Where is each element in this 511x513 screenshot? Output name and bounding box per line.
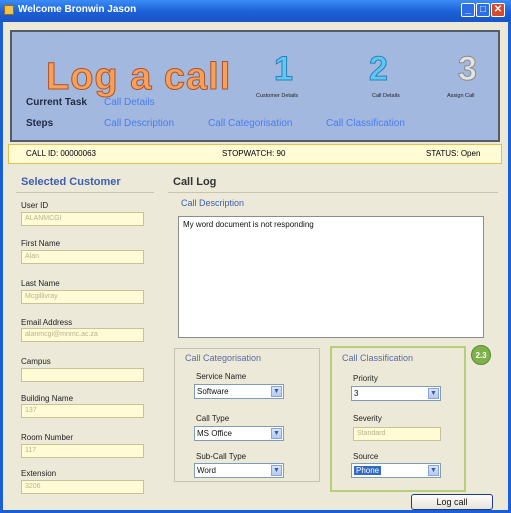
- customer-divider: [16, 192, 154, 193]
- chevron-down-icon[interactable]: ▼: [271, 428, 282, 439]
- call-type-value: MS Office: [197, 429, 232, 438]
- severity-field: Standard: [353, 427, 441, 441]
- chevron-down-icon[interactable]: ▼: [271, 386, 282, 397]
- sub-call-type-select[interactable]: Word ▼: [194, 463, 284, 478]
- title-bar: Welcome Bronwin Jason _ □ ✕: [0, 0, 511, 22]
- call-log-divider: [168, 192, 498, 193]
- priority-value: 3: [354, 389, 359, 398]
- step-1-label: Customer Details: [256, 93, 299, 99]
- stopwatch: STOPWATCH: 90: [222, 149, 286, 158]
- extension-field: 3206: [21, 480, 144, 494]
- extension-label: Extension: [21, 469, 57, 478]
- step-3-number: 3: [458, 50, 478, 89]
- window-title: Welcome Bronwin Jason: [18, 4, 137, 15]
- email-label: Email Address: [21, 318, 73, 327]
- room-number-field: 117: [21, 444, 144, 458]
- call-log-title: Call Log: [173, 176, 217, 188]
- step-link-call-categorisation[interactable]: Call Categorisation: [208, 118, 293, 129]
- step-3-label: Assign Call: [447, 93, 475, 99]
- priority-select[interactable]: 3 ▼: [351, 386, 441, 401]
- close-button[interactable]: ✕: [491, 3, 505, 17]
- step-1-number: 1: [274, 50, 294, 89]
- step-2-label: Call Details: [372, 93, 400, 99]
- app-icon: [4, 5, 14, 15]
- campus-label: Campus: [21, 357, 51, 366]
- building-name-field: 137: [21, 404, 144, 418]
- steps-label: Steps: [26, 118, 54, 129]
- call-status: STATUS: Open: [426, 149, 481, 158]
- first-name-field: Alan: [21, 250, 144, 264]
- email-field: alanmcgi@mnmc.ac.za: [21, 328, 144, 342]
- service-name-select[interactable]: Software ▼: [194, 384, 284, 399]
- source-select[interactable]: Phone ▼: [351, 463, 441, 478]
- user-id-label: User ID: [21, 201, 49, 210]
- last-name-field: Mcgillivray: [21, 290, 144, 304]
- room-number-label: Room Number: [21, 433, 74, 442]
- call-description-textarea[interactable]: My word document is not responding: [178, 216, 484, 338]
- source-label: Source: [353, 452, 379, 461]
- step-link-call-description[interactable]: Call Description: [104, 118, 174, 129]
- campus-field: [21, 368, 144, 382]
- page-title: Log a call: [45, 56, 232, 99]
- selected-customer-title: Selected Customer: [21, 176, 121, 188]
- source-value: Phone: [354, 466, 382, 475]
- step-link-call-classification[interactable]: Call Classification: [326, 118, 405, 129]
- severity-label: Severity: [353, 414, 382, 423]
- current-task-label: Current Task: [26, 97, 87, 108]
- call-categorisation-title: Call Categorisation: [183, 353, 264, 363]
- call-type-label: Call Type: [196, 414, 230, 423]
- step-badge: 2.3: [471, 345, 491, 365]
- user-id-field: ALANMCGI: [21, 212, 144, 226]
- current-task-value: Call Details: [104, 97, 155, 108]
- call-type-select[interactable]: MS Office ▼: [194, 426, 284, 441]
- frame-edge-left: [0, 22, 3, 513]
- priority-label: Priority: [353, 374, 378, 383]
- call-description-label: Call Description: [181, 198, 245, 208]
- minimize-button[interactable]: _: [461, 3, 475, 17]
- call-classification-title: Call Classification: [340, 353, 416, 363]
- service-name-value: Software: [197, 387, 229, 396]
- building-name-label: Building Name: [21, 394, 74, 403]
- log-call-button[interactable]: Log call: [411, 494, 493, 510]
- chevron-down-icon[interactable]: ▼: [428, 388, 439, 399]
- call-id: CALL ID: 00000063: [26, 149, 96, 158]
- maximize-button[interactable]: □: [476, 3, 490, 17]
- sub-call-type-value: Word: [197, 466, 216, 475]
- chevron-down-icon[interactable]: ▼: [271, 465, 282, 476]
- last-name-label: Last Name: [21, 279, 60, 288]
- service-name-label: Service Name: [196, 372, 247, 381]
- step-2-number: 2: [369, 50, 389, 89]
- first-name-label: First Name: [21, 239, 61, 248]
- chevron-down-icon[interactable]: ▼: [428, 465, 439, 476]
- sub-call-type-label: Sub-Call Type: [196, 452, 247, 461]
